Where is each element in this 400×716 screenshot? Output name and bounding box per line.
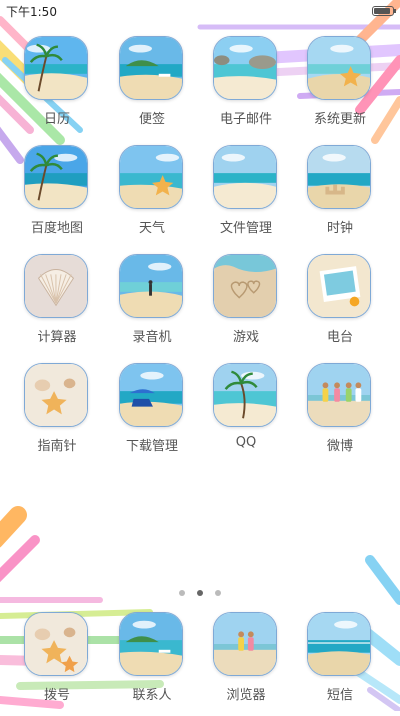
home-app[interactable]: 指南针	[10, 363, 104, 467]
app-label: 文件管理	[199, 217, 293, 236]
app-label: 游戏	[199, 326, 293, 345]
home-app[interactable]: 系统更新	[293, 36, 387, 140]
battery-icon	[372, 6, 394, 16]
home-app[interactable]: 计算器	[10, 254, 104, 358]
island-sea-contacts-icon	[119, 612, 183, 676]
app-label: 电台	[293, 326, 387, 345]
app-label: 指南针	[10, 435, 104, 454]
home-app[interactable]: 便签	[105, 36, 199, 140]
home-app[interactable]: 电子邮件	[199, 36, 293, 140]
island-boat-notes-icon	[119, 36, 183, 100]
home-app[interactable]: 录音机	[105, 254, 199, 358]
seashell-calculator-icon	[24, 254, 88, 318]
beach-palm-calendar-icon	[24, 36, 88, 100]
shells-starfish-compass-icon	[24, 363, 88, 427]
app-label: 下载管理	[105, 435, 199, 454]
home-app[interactable]: 下载管理	[105, 363, 199, 467]
starfish-sand-phone-icon	[24, 612, 88, 676]
page-dot[interactable]	[215, 590, 221, 596]
app-label: 拨号	[10, 684, 104, 703]
hearts-sand-game-icon	[213, 254, 277, 318]
home-app[interactable]: 百度地图	[10, 145, 104, 249]
app-label: 日历	[10, 108, 104, 127]
battery-level	[374, 8, 390, 14]
app-label: QQ	[199, 435, 293, 450]
page-dot[interactable]	[179, 590, 185, 596]
app-label: 联系人	[105, 684, 199, 703]
home-app[interactable]: 游戏	[199, 254, 293, 358]
status-bar: 下午1:50	[0, 0, 400, 22]
sand-beach-files-icon	[213, 145, 277, 209]
photo-frame-radio-icon	[307, 254, 371, 318]
app-label: 时钟	[293, 217, 387, 236]
starfish-sea-weather-icon	[119, 145, 183, 209]
person-sea-recorder-icon	[119, 254, 183, 318]
status-time: 下午1:50	[6, 3, 57, 20]
app-label: 计算器	[10, 326, 104, 345]
app-label: 便签	[105, 108, 199, 127]
home-app[interactable]: QQ	[199, 363, 293, 467]
dock-app[interactable]: 短信	[293, 612, 387, 716]
rocks-sea-mail-icon	[213, 36, 277, 100]
home-app[interactable]: 电台	[293, 254, 387, 358]
palm-tree-qq-icon	[213, 363, 277, 427]
home-app[interactable]: 文件管理	[199, 145, 293, 249]
app-label: 浏览器	[199, 684, 293, 703]
app-label: 录音机	[105, 326, 199, 345]
app-label: 系统更新	[293, 108, 387, 127]
beach-chair-download-icon	[119, 363, 183, 427]
starfish-beach-update-icon	[307, 36, 371, 100]
dock-app[interactable]: 联系人	[105, 612, 199, 716]
home-app[interactable]: 微博	[293, 363, 387, 467]
palm-beach-map-icon	[24, 145, 88, 209]
page-dot[interactable]	[197, 590, 203, 596]
home-app[interactable]: 天气	[105, 145, 199, 249]
app-label: 短信	[293, 684, 387, 703]
home-app[interactable]: 时钟	[293, 145, 387, 249]
sea-sky-sms-icon	[307, 612, 371, 676]
sand-castle-clock-icon	[307, 145, 371, 209]
couple-beach-browser-icon	[213, 612, 277, 676]
page-indicator	[0, 582, 400, 592]
dock-app[interactable]: 拨号	[10, 612, 104, 716]
app-label: 微博	[293, 435, 387, 454]
app-label: 天气	[105, 217, 199, 236]
friends-beach-weibo-icon	[307, 363, 371, 427]
home-app[interactable]: 日历	[10, 36, 104, 140]
app-label: 百度地图	[10, 217, 104, 236]
dock-app[interactable]: 浏览器	[199, 612, 293, 716]
app-label: 电子邮件	[199, 108, 293, 127]
